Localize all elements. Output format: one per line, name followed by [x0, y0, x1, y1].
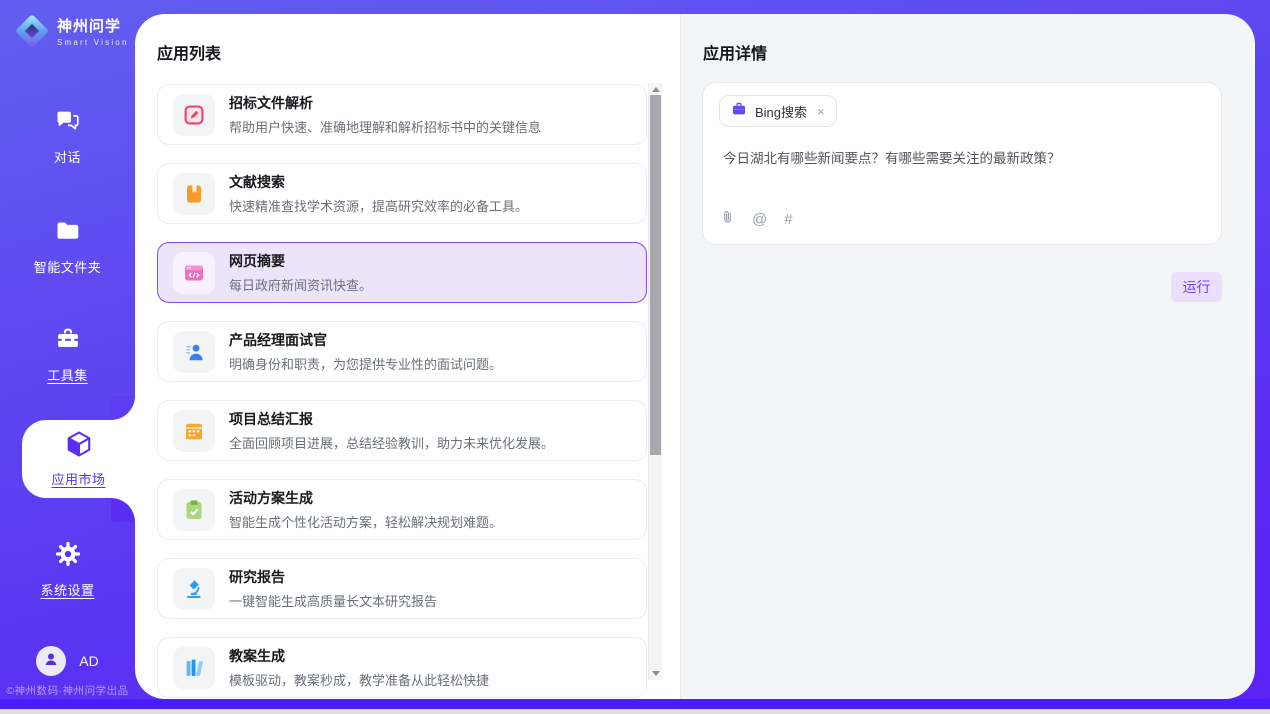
app-card-title: 文献搜索 [229, 172, 528, 192]
sidebar-item-chat[interactable]: 对话 [0, 107, 135, 166]
avatar [36, 646, 66, 676]
sidebar-item-label: 工具集 [47, 365, 88, 384]
brand-name: 神州问学 [57, 15, 129, 36]
app-list: 招标文件解析 帮助用户快速、准确地理解和解析招标书中的关键信息 文献搜索 快速精… [157, 84, 647, 699]
prompt-card: Bing搜索 × 今日湖北有哪些新闻要点？有哪些需要关注的最新政策？ @ # [702, 82, 1222, 245]
gear-icon [54, 540, 82, 573]
user-initials: AD [79, 653, 98, 669]
app-card-web-summary[interactable]: 网页摘要 每日政府新闻资讯快查。 [157, 242, 647, 303]
attachment-toolbar: @ # [720, 208, 793, 231]
paperclip-icon[interactable] [720, 208, 735, 231]
doc-edit-icon [173, 94, 215, 136]
app-card-desc: 每日政府新闻资讯快查。 [229, 275, 372, 294]
app-list-scrollbar[interactable] [648, 83, 662, 680]
sidebar-item-toolset[interactable]: 工具集 [0, 325, 135, 384]
brand-tagline: Smart Vision [57, 38, 129, 47]
briefcase-icon [731, 101, 747, 122]
app-card-desc: 明确身份和职责，为您提供专业性的面试问题。 [229, 354, 502, 373]
folder-icon [54, 217, 82, 250]
brand-logo: 神州问学 Smart Vision [16, 15, 129, 47]
app-card-desc: 帮助用户快速、准确地理解和解析招标书中的关键信息 [229, 117, 541, 136]
bottom-edge-strip [0, 709, 1270, 714]
scrollbar-thumb[interactable] [650, 95, 661, 455]
scroll-up-icon[interactable] [652, 87, 660, 92]
app-card-desc: 模板驱动，教案秒成，教学准备从此轻松快捷 [229, 670, 489, 689]
app-card-tender-parse[interactable]: 招标文件解析 帮助用户快速、准确地理解和解析招标书中的关键信息 [157, 84, 647, 145]
app-list-panel: 应用列表 招标文件解析 帮助用户快速、准确地理解和解析招标书中的关键信息 [135, 14, 680, 699]
app-detail-panel: 应用详情 Bing搜索 × 今日湖北有哪些新闻要点？有哪些需要关注的最新政策？ [680, 14, 1255, 699]
app-card-title: 教案生成 [229, 646, 489, 666]
bottom-accent-bar [0, 699, 1270, 709]
app-card-title: 项目总结汇报 [229, 409, 554, 429]
app-card-desc: 一键智能生成高质量长文本研究报告 [229, 591, 437, 610]
sidebar-footer: ©神州数码·神州问学出品 [0, 683, 135, 698]
chat-icon [54, 107, 82, 140]
sidebar-item-smart-folder[interactable]: 智能文件夹 [0, 217, 135, 276]
app-card-title: 网页摘要 [229, 251, 372, 271]
app-card-title: 活动方案生成 [229, 488, 502, 508]
hash-icon[interactable]: # [784, 211, 792, 228]
app-card-title: 招标文件解析 [229, 93, 541, 113]
app-card-pm-interviewer[interactable]: 产品经理面试官 明确身份和职责，为您提供专业性的面试问题。 [157, 321, 647, 382]
app-card-event-plan[interactable]: 活动方案生成 智能生成个性化活动方案，轻松解决规划难题。 [157, 479, 647, 540]
user-avatar-icon [42, 650, 60, 673]
clipboard-check-icon [173, 489, 215, 531]
app-card-title: 产品经理面试官 [229, 330, 502, 350]
app-list-title: 应用列表 [157, 40, 221, 64]
content-area: 应用列表 招标文件解析 帮助用户快速、准确地理解和解析招标书中的关键信息 [135, 14, 1255, 699]
sidebar-item-label: 系统设置 [40, 580, 94, 599]
book-icon [173, 173, 215, 215]
browser-code-icon [173, 252, 215, 294]
sidebar-item-label: 智能文件夹 [34, 257, 102, 276]
user-profile[interactable]: AD [0, 646, 135, 676]
active-notch-bottom [111, 498, 135, 522]
app-card-lesson-plan[interactable]: 教案生成 模板驱动，教案秒成，教学准备从此轻松快捷 [157, 637, 647, 698]
brand-logo-icon [16, 15, 48, 47]
sidebar-item-settings[interactable]: 系统设置 [0, 540, 135, 599]
sidebar: 神州问学 Smart Vision 对话 智能文件夹 [0, 0, 135, 699]
scroll-down-icon[interactable] [652, 671, 660, 676]
app-card-project-summary[interactable]: 项目总结汇报 全面回顾项目进展，总结经验教训，助力未来优化发展。 [157, 400, 647, 461]
app-card-literature-search[interactable]: 文献搜索 快速精准查找学术资源，提高研究效率的必备工具。 [157, 163, 647, 224]
app-card-desc: 快速精准查找学术资源，提高研究效率的必备工具。 [229, 196, 528, 215]
app-card-research-report[interactable]: 研究报告 一键智能生成高质量长文本研究报告 [157, 558, 647, 619]
microscope-icon [173, 568, 215, 610]
app-card-desc: 全面回顾项目进展，总结经验教训，助力未来优化发展。 [229, 433, 554, 452]
tool-chip-bing-search[interactable]: Bing搜索 × [719, 95, 837, 127]
report-calendar-icon [173, 410, 215, 452]
books-icon [173, 647, 215, 689]
run-button[interactable]: 运行 [1171, 272, 1222, 302]
active-notch-top [111, 396, 135, 420]
tool-chip-label: Bing搜索 [755, 102, 807, 121]
app-card-desc: 智能生成个性化活动方案，轻松解决规划难题。 [229, 512, 502, 531]
prompt-input[interactable]: 今日湖北有哪些新闻要点？有哪些需要关注的最新政策？ [723, 149, 1201, 169]
cube-icon [64, 429, 94, 464]
app-card-title: 研究报告 [229, 567, 437, 587]
interviewer-icon [173, 331, 215, 373]
sidebar-item-label: 对话 [54, 147, 81, 166]
app-detail-title: 应用详情 [703, 40, 767, 64]
sidebar-item-label: 应用市场 [51, 469, 105, 488]
app-window: 神州问学 Smart Vision 对话 智能文件夹 [0, 0, 1270, 714]
sidebar-item-app-market[interactable]: 应用市场 [22, 420, 135, 498]
at-icon[interactable]: @ [752, 211, 767, 228]
close-icon[interactable]: × [817, 104, 825, 119]
toolbox-icon [54, 325, 82, 358]
